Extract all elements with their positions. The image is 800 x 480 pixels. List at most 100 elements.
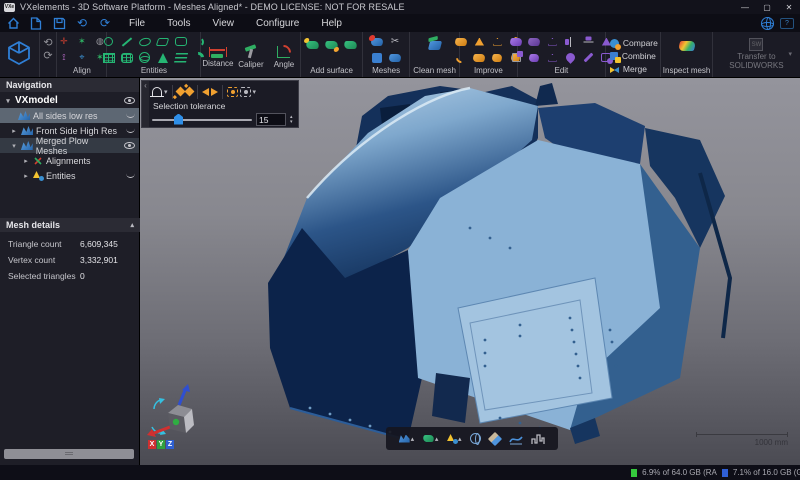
entity-cone-icon[interactable] bbox=[156, 51, 170, 64]
improve-fill-icon[interactable] bbox=[454, 35, 468, 48]
menu-configure[interactable]: Configure bbox=[247, 16, 308, 31]
merge-button[interactable]: Merge bbox=[606, 63, 660, 75]
improve-refine-icon[interactable] bbox=[490, 51, 504, 64]
visibility-toggle[interactable] bbox=[126, 113, 135, 118]
cross-section-button[interactable] bbox=[509, 433, 523, 445]
add-surface-manual-icon[interactable] bbox=[324, 41, 339, 49]
entities-display-button[interactable]: ▴ bbox=[447, 434, 462, 443]
edit-triangle-icon[interactable] bbox=[545, 35, 559, 48]
home-button[interactable] bbox=[4, 16, 22, 30]
improve-decimate-icon[interactable] bbox=[472, 51, 486, 64]
transfer-dropdown-icon[interactable]: ▾ bbox=[788, 50, 792, 58]
add-surface-auto-icon[interactable] bbox=[343, 41, 358, 49]
horizontal-scrollbar[interactable] bbox=[4, 449, 134, 459]
visibility-toggle[interactable] bbox=[124, 142, 135, 149]
entity-plane-icon[interactable] bbox=[102, 51, 116, 64]
collapse-icon[interactable]: ▴ bbox=[130, 221, 134, 229]
add-surface-boundary-icon[interactable] bbox=[305, 41, 320, 49]
compare-button[interactable]: Compare bbox=[606, 37, 660, 49]
menu-tools[interactable]: Tools bbox=[158, 16, 199, 31]
edit-offset-icon[interactable] bbox=[581, 35, 595, 48]
visibility-toggle[interactable] bbox=[124, 97, 135, 104]
entity-surface-grid-icon[interactable] bbox=[120, 51, 134, 64]
visibility-toggle[interactable] bbox=[126, 173, 135, 178]
transfer-solidworks-button[interactable]: SW Transfer to SOLIDWORKS ▾ bbox=[713, 32, 800, 77]
tree-node-merged-plow-meshes[interactable]: ▾ Merged Plow Meshes bbox=[0, 138, 139, 153]
edit-surface-icon[interactable] bbox=[527, 35, 541, 48]
spinner-arrows[interactable]: ▴▾ bbox=[290, 115, 293, 125]
redo-button[interactable]: ⟳ bbox=[96, 16, 114, 30]
mesh-trim-icon[interactable] bbox=[388, 51, 402, 64]
mesh-square-icon[interactable] bbox=[370, 51, 384, 64]
orientation-cube-icon[interactable] bbox=[146, 383, 206, 439]
chevron-down-icon[interactable]: ▾ bbox=[4, 97, 12, 105]
improve-hole-icon[interactable] bbox=[490, 35, 504, 48]
orientation-widget[interactable]: X Y Z bbox=[146, 383, 206, 449]
improve-spike-icon[interactable] bbox=[472, 35, 486, 48]
menu-file[interactable]: File bbox=[120, 16, 154, 31]
align-axes-icon[interactable]: ✛ bbox=[57, 35, 71, 48]
maximize-button[interactable]: ▢ bbox=[756, 0, 778, 14]
histogram-button[interactable] bbox=[531, 433, 545, 445]
edit-waterproof-icon[interactable] bbox=[563, 51, 577, 64]
grow-selection-icon[interactable] bbox=[175, 87, 185, 97]
tree-node-vxmodel[interactable]: ▾ VXmodel bbox=[0, 93, 139, 108]
tree-node-entities[interactable]: ▸ Entities bbox=[0, 168, 139, 183]
align-star-icon[interactable]: ✶ bbox=[75, 35, 89, 48]
collapse-left-icon[interactable]: ‹ bbox=[142, 81, 149, 127]
tree-node-alignments[interactable]: ▸ Alignments bbox=[0, 153, 139, 168]
edit-copy-icon[interactable] bbox=[509, 51, 523, 64]
wireframe-sphere-button[interactable] bbox=[470, 433, 481, 444]
entity-line-icon[interactable] bbox=[120, 35, 134, 48]
save-button[interactable] bbox=[50, 16, 68, 30]
close-button[interactable]: ✕ bbox=[778, 0, 800, 14]
viewport-3d[interactable]: ‹ ▾ ▾ Selection tolerance bbox=[140, 78, 800, 465]
tree-node-all-sides-low-res[interactable]: All sides low res bbox=[0, 108, 139, 123]
distance-button[interactable]: Distance bbox=[201, 44, 234, 68]
redo-icon[interactable]: ⟳ bbox=[43, 51, 52, 61]
align-target-icon[interactable]: ⌖ bbox=[75, 51, 89, 64]
mesh-cut-icon[interactable]: ✂ bbox=[388, 35, 402, 48]
vxmodel-module-button[interactable] bbox=[0, 32, 40, 77]
edit-patch-icon[interactable] bbox=[509, 35, 523, 48]
entity-sphere-icon[interactable] bbox=[138, 51, 152, 64]
selection-tolerance-slider[interactable] bbox=[152, 119, 252, 121]
edit-mirror-icon[interactable] bbox=[563, 35, 577, 48]
more-options-dropdown-icon[interactable]: ▾ bbox=[253, 88, 257, 96]
clipping-plane-button[interactable] bbox=[490, 434, 500, 444]
entity-circle-icon[interactable] bbox=[102, 35, 116, 48]
mesh-display-button[interactable]: ▴ bbox=[399, 435, 415, 443]
selection-mode-dropdown-icon[interactable]: ▾ bbox=[164, 88, 168, 96]
selection-tolerance-input[interactable] bbox=[256, 113, 286, 126]
undo-button[interactable]: ⟲ bbox=[73, 16, 91, 30]
combine-button[interactable]: Combine bbox=[606, 50, 660, 62]
entity-rectangle-icon[interactable] bbox=[174, 35, 188, 48]
edit-triangles-icon[interactable] bbox=[545, 51, 559, 64]
select-front-faces-icon[interactable] bbox=[211, 88, 218, 96]
minimize-button[interactable]: — bbox=[734, 0, 756, 14]
entity-ellipse-icon[interactable] bbox=[138, 35, 152, 48]
select-through-icon[interactable] bbox=[240, 87, 251, 97]
menu-help[interactable]: Help bbox=[312, 16, 351, 31]
inspect-mesh-button[interactable]: Inspect mesh bbox=[661, 32, 713, 77]
mesh-details-header[interactable]: Mesh details ▴ bbox=[0, 218, 140, 232]
menu-view[interactable]: View bbox=[203, 16, 243, 31]
surface-display-button[interactable]: ▴ bbox=[423, 435, 439, 443]
entity-slot-icon[interactable] bbox=[156, 35, 170, 48]
select-back-faces-icon[interactable] bbox=[202, 88, 209, 96]
mesh-remove-icon[interactable] bbox=[370, 35, 384, 48]
clean-mesh-button[interactable]: Clean mesh bbox=[410, 32, 460, 77]
angle-button[interactable]: Angle bbox=[267, 43, 300, 69]
align-pin-icon[interactable]: ⟟ bbox=[57, 51, 71, 64]
slider-thumb[interactable] bbox=[174, 114, 183, 125]
chevron-right-icon[interactable]: ▸ bbox=[22, 172, 30, 180]
lasso-selection-icon[interactable] bbox=[152, 87, 162, 96]
undo-icon[interactable]: ⟲ bbox=[43, 38, 52, 48]
visibility-toggle[interactable] bbox=[126, 128, 135, 133]
entity-cross-sections-icon[interactable] bbox=[174, 51, 188, 64]
plow-mesh-model[interactable] bbox=[140, 78, 800, 465]
chevron-down-icon[interactable]: ▾ bbox=[10, 142, 18, 150]
select-visible-icon[interactable] bbox=[227, 87, 238, 97]
edit-pen-icon[interactable] bbox=[581, 51, 595, 64]
navigation-header[interactable]: Navigation bbox=[0, 78, 139, 92]
